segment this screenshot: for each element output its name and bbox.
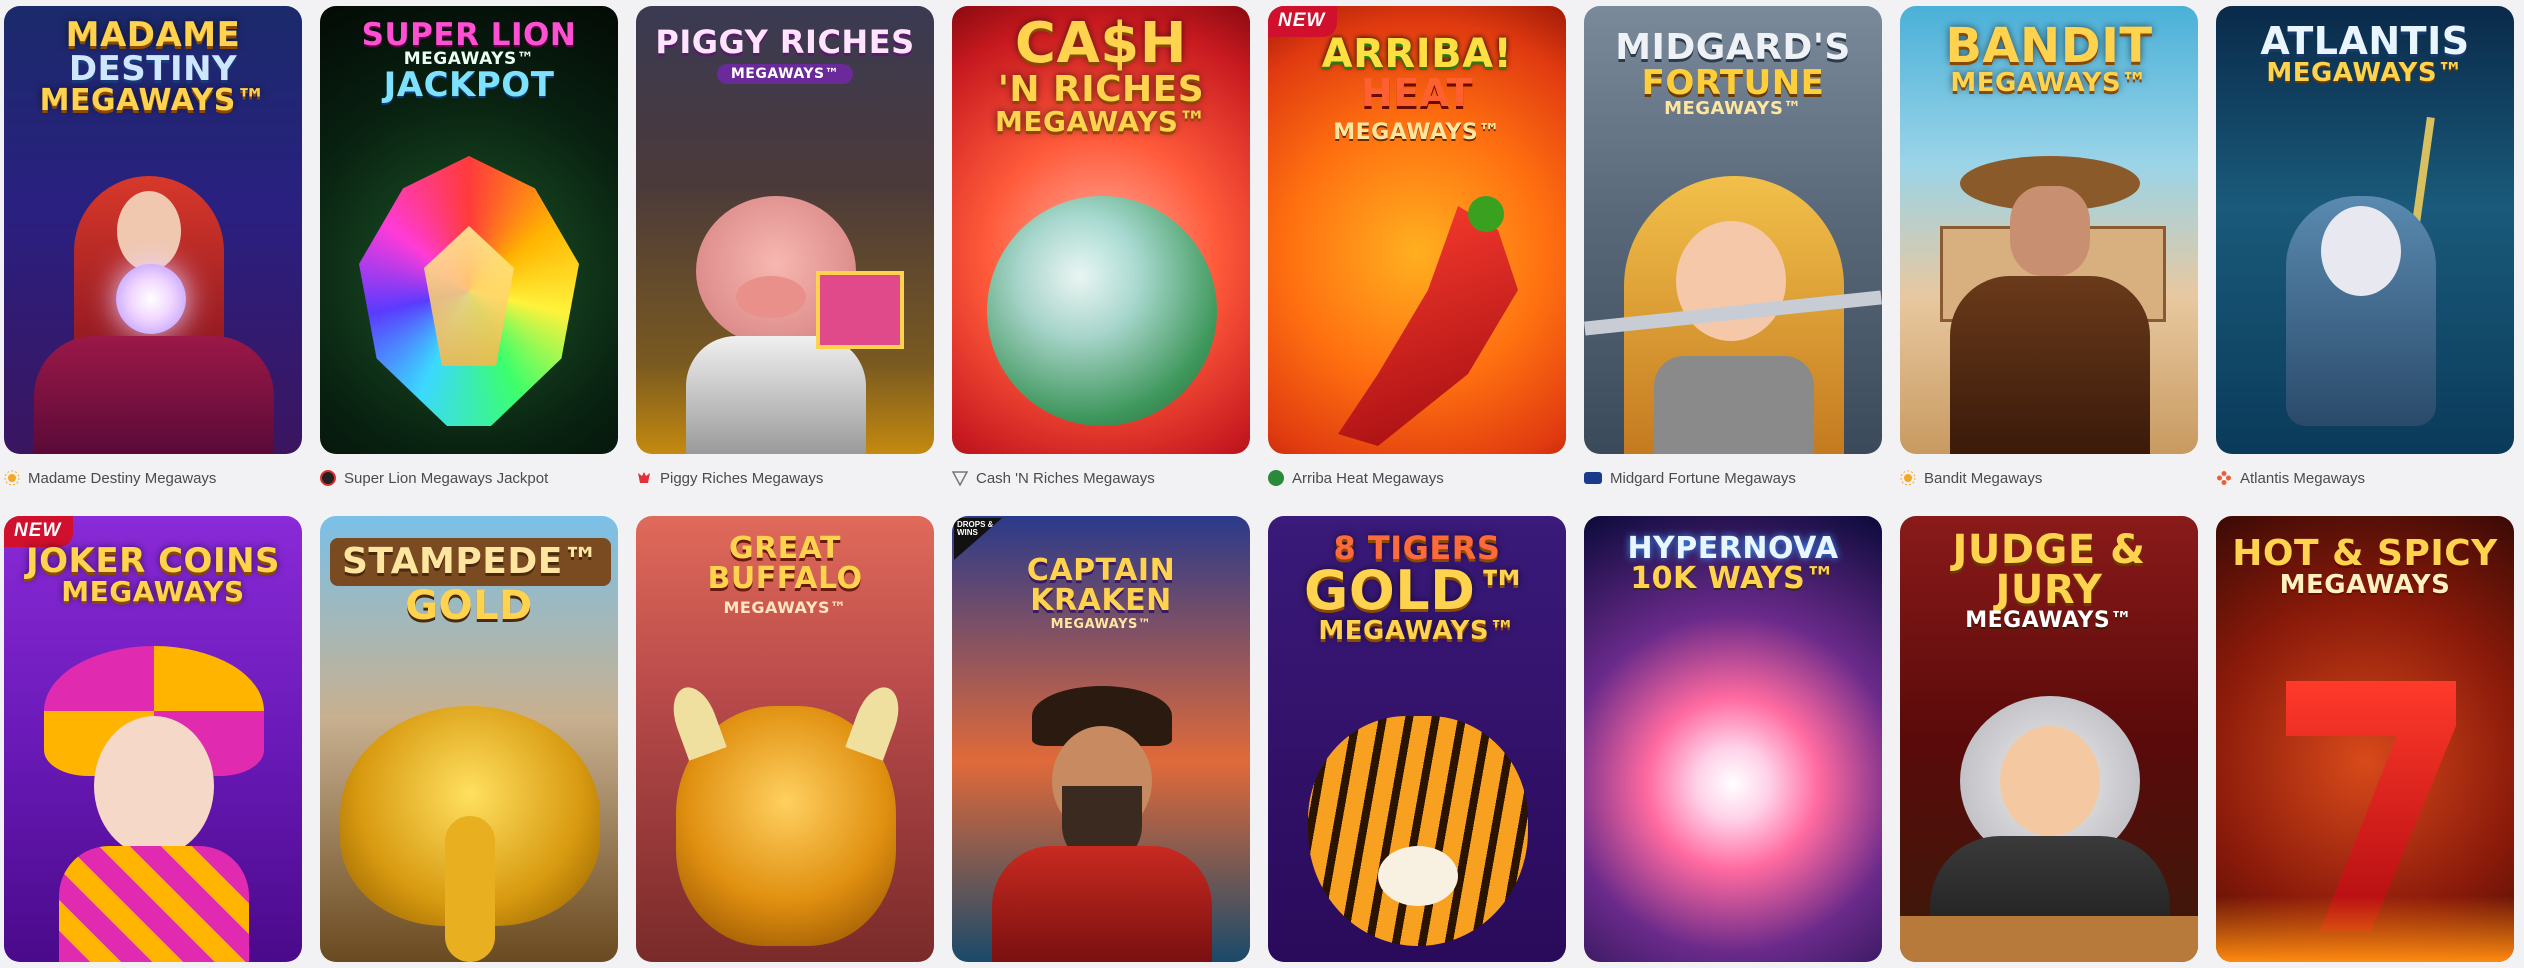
game-title-line: MEGAWAYS™ [1965, 608, 2133, 633]
game-name: Madame Destiny Megaways [28, 469, 217, 487]
pragmatic-sun-icon [4, 470, 20, 486]
flower-logo-icon [2216, 470, 2232, 486]
game-card-arriba-heat[interactable]: NEW ARRIBA! HEAT MEGAWAYS™ Arriba Heat M… [1268, 6, 1566, 487]
game-title-line: HOT & SPICY [2232, 533, 2498, 574]
game-title-line: ARRIBA! [1321, 31, 1513, 77]
game-thumbnail[interactable]: HOT & SPICY MEGAWAYS [2216, 516, 2514, 962]
game-name: Piggy Riches Megaways [660, 469, 824, 487]
game-thumbnail[interactable]: JUDGE & JURY MEGAWAYS™ [1900, 516, 2198, 962]
game-card-super-lion[interactable]: SUPER LION MEGAWAYS™ JACKPOT Super Lion … [320, 6, 618, 487]
game-title-line: MEGAWAYS™ [1050, 617, 1152, 632]
circle-logo-icon [320, 470, 336, 486]
game-name: Midgard Fortune Megaways [1610, 469, 1796, 487]
game-title-line: MEGAWAYS™ [716, 64, 854, 84]
game-title-line: MEGAWAYS™ [2266, 58, 2464, 88]
game-thumbnail[interactable]: STAMPEDE™ GOLD [320, 516, 618, 962]
green-circle-icon [1268, 470, 1284, 486]
game-title-line: STAMPEDE™ [330, 538, 612, 586]
game-card-piggy-riches[interactable]: PIGGY RICHES MEGAWAYS™ Piggy Riches Mega… [636, 6, 934, 487]
game-card-great-buffalo[interactable]: GREAT BUFFALO MEGAWAYS™ [636, 516, 934, 962]
game-title-line: 10K WAYS™ [1630, 561, 1836, 596]
game-title-line: SUPER LION [361, 17, 577, 53]
game-row: MADAME DESTINY MEGAWAYS™ Madame Destiny … [4, 6, 2520, 516]
game-title-line: 'N RICHES [997, 69, 1205, 110]
game-card-captain-kraken[interactable]: DROPS & WINS CAPTAIN KRAKEN MEGAWAYS™ [952, 516, 1250, 962]
blueprint-icon [1584, 472, 1602, 484]
game-label[interactable]: Cash 'N Riches Megaways [952, 466, 1155, 490]
game-title-line: MEGAWAYS™ [1318, 616, 1516, 646]
game-label[interactable]: Arriba Heat Megaways [1268, 466, 1444, 490]
game-card-atlantis[interactable]: ATLANTIS MEGAWAYS™ Atlantis Megaways [2216, 6, 2514, 487]
game-thumbnail[interactable]: SUPER LION MEGAWAYS™ JACKPOT [320, 6, 618, 454]
game-title-line: JACKPOT [383, 65, 555, 105]
game-title-line: FORTUNE [1641, 63, 1825, 103]
game-title-line: JOKER COINS [25, 541, 281, 581]
game-title-line: GREAT BUFFALO [707, 531, 863, 596]
game-thumbnail[interactable]: HYPERNOVA 10K WAYS™ [1584, 516, 1882, 962]
game-thumbnail[interactable]: DROPS & WINS CAPTAIN KRAKEN MEGAWAYS™ [952, 516, 1250, 962]
game-card-joker-coins[interactable]: NEW JOKER COINS MEGAWAYS [4, 516, 302, 962]
game-label[interactable]: Madame Destiny Megaways [4, 466, 216, 490]
game-thumbnail[interactable]: CA$H 'N RICHES MEGAWAYS™ [952, 6, 1250, 454]
game-card-midgard-fortune[interactable]: MIDGARD'S FORTUNE MEGAWAYS™ Midgard Fort… [1584, 6, 1882, 487]
game-title-line: ATLANTIS [2260, 19, 2470, 63]
game-thumbnail[interactable]: MIDGARD'S FORTUNE MEGAWAYS™ [1584, 6, 1882, 454]
game-title-line: CAPTAIN KRAKEN [1026, 553, 1176, 618]
game-title-line: GOLD [405, 583, 533, 629]
game-name: Super Lion Megaways Jackpot [344, 469, 549, 487]
game-label[interactable]: Piggy Riches Megaways [636, 466, 823, 490]
game-card-hypernova[interactable]: HYPERNOVA 10K WAYS™ [1584, 516, 1882, 962]
game-title-line: MEGAWAYS™ [723, 598, 847, 617]
game-card-stampede-gold[interactable]: STAMPEDE™ GOLD [320, 516, 618, 962]
game-title-line: HEAT [1360, 71, 1474, 115]
game-name: Atlantis Megaways [2240, 469, 2366, 487]
game-title-line: MEGAWAYS [61, 575, 245, 608]
game-thumbnail[interactable]: BANDIT MEGAWAYS™ [1900, 6, 2198, 454]
game-title-line: JUDGE & [1952, 527, 2146, 573]
game-label[interactable]: Midgard Fortune Megaways [1584, 466, 1796, 490]
game-title-line: BANDIT [1945, 18, 2153, 74]
game-card-cash-n-riches[interactable]: CA$H 'N RICHES MEGAWAYS™ Cash 'N Riches … [952, 6, 1250, 487]
game-title-line: PIGGY RICHES [655, 23, 915, 61]
game-title-line: HYPERNOVA [1627, 531, 1839, 566]
game-title-line: MIDGARD'S [1615, 27, 1851, 68]
game-thumbnail[interactable]: MADAME DESTINY MEGAWAYS™ [4, 6, 302, 454]
game-title-line: MEGAWAYS [2279, 570, 2451, 600]
game-thumbnail[interactable]: ATLANTIS MEGAWAYS™ [2216, 6, 2514, 454]
game-name: Arriba Heat Megaways [1292, 469, 1444, 487]
game-title-line: JURY [1995, 567, 2103, 613]
game-label[interactable]: Super Lion Megaways Jackpot [320, 466, 548, 490]
triangle-logo-icon [952, 470, 968, 486]
red-tiger-icon [636, 470, 652, 486]
game-title-line: MEGAWAYS™ [39, 83, 267, 118]
game-card-bandit[interactable]: BANDIT MEGAWAYS™ Bandit Megaways [1900, 6, 2198, 487]
game-card-judge-jury[interactable]: JUDGE & JURY MEGAWAYS™ [1900, 516, 2198, 962]
game-title-line: DESTINY [68, 49, 238, 89]
game-label[interactable]: Bandit Megaways [1900, 466, 2042, 490]
game-thumbnail[interactable]: 8 TIGERS GOLD™ MEGAWAYS™ [1268, 516, 1566, 962]
game-card-hot-spicy[interactable]: HOT & SPICY MEGAWAYS [2216, 516, 2514, 962]
game-title-line: MADAME [65, 15, 241, 55]
game-name: Cash 'N Riches Megaways [976, 469, 1155, 487]
game-thumbnail[interactable]: NEW ARRIBA! HEAT MEGAWAYS™ [1268, 6, 1566, 454]
game-title-line: CA$H [1014, 11, 1188, 76]
game-title-line: GOLD™ [1304, 559, 1530, 622]
game-grid: MADAME DESTINY MEGAWAYS™ Madame Destiny … [4, 6, 2520, 968]
game-thumbnail[interactable]: PIGGY RICHES MEGAWAYS™ [636, 6, 934, 454]
game-title-line: MEGAWAYS™ [1664, 98, 1802, 119]
game-label[interactable]: Atlantis Megaways [2216, 466, 2365, 490]
game-name: Bandit Megaways [1924, 469, 2043, 487]
game-title-line: MEGAWAYS™ [1333, 120, 1501, 145]
game-row: NEW JOKER COINS MEGAWAYS STAMPEDE™ GOLD [4, 516, 2520, 968]
game-title-line: MEGAWAYS™ [995, 105, 1207, 138]
game-thumbnail[interactable]: GREAT BUFFALO MEGAWAYS™ [636, 516, 934, 962]
game-card-8-tigers-gold[interactable]: 8 TIGERS GOLD™ MEGAWAYS™ [1268, 516, 1566, 962]
game-thumbnail[interactable]: NEW JOKER COINS MEGAWAYS [4, 516, 302, 962]
game-card-madame-destiny[interactable]: MADAME DESTINY MEGAWAYS™ Madame Destiny … [4, 6, 302, 487]
game-title-line: MEGAWAYS™ [1950, 68, 2148, 98]
pragmatic-sun-icon [1900, 470, 1916, 486]
